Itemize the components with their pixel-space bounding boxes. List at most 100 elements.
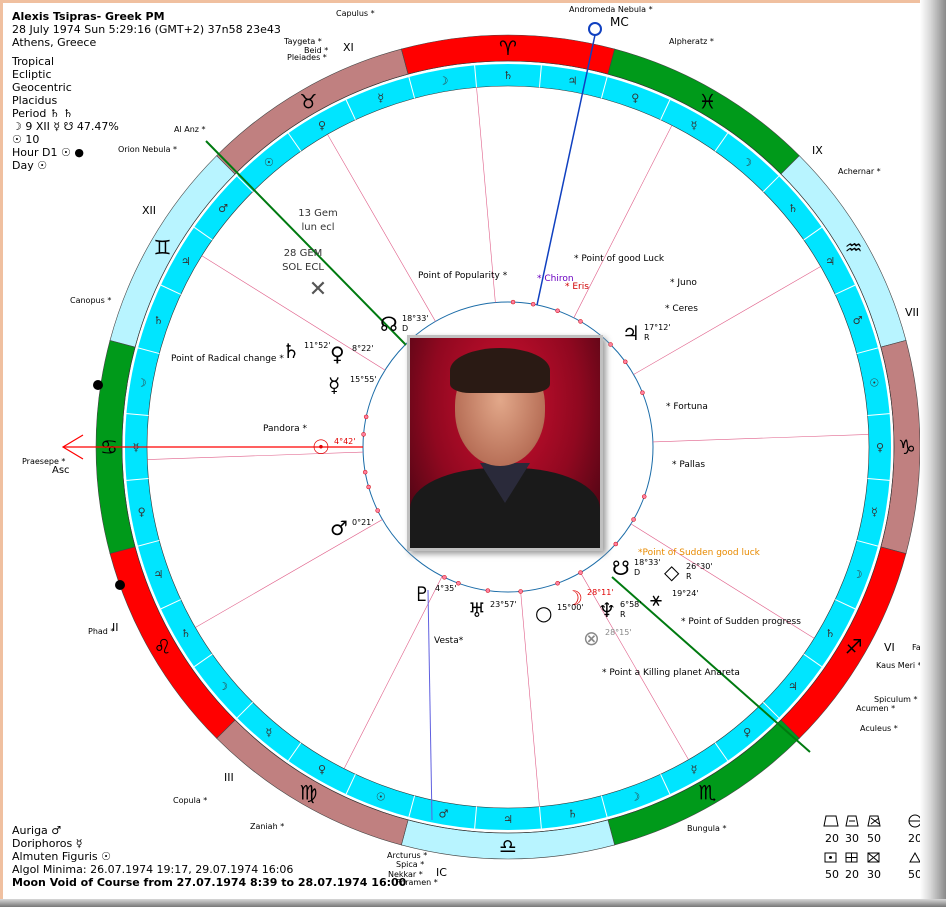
- portrait-photo: [407, 335, 603, 551]
- planet-degree: 11°52': [304, 341, 331, 350]
- doriphoros-line: Doriphoros ☿: [12, 837, 83, 850]
- sign-glyph: ♈: [499, 36, 517, 60]
- star-aculeus: Aculeus *: [860, 724, 898, 733]
- planet-marker-dot: [640, 390, 645, 395]
- sign-segment: [780, 155, 907, 348]
- planet-degree: 0°21': [352, 518, 373, 527]
- decan-glyph: ♃: [153, 568, 163, 581]
- planet-degree: 15°00': [557, 603, 584, 612]
- point-eris: * Eris: [565, 282, 589, 292]
- planet-marker-dot: [613, 541, 619, 547]
- planet-marker-dot: [578, 319, 583, 324]
- planet-marker-dot: [362, 469, 368, 475]
- almuten-line: Almuten Figuris ☉: [12, 850, 112, 863]
- star-andromeda-nebula: Andromeda Nebula *: [569, 5, 653, 14]
- star-achernar: Achernar *: [838, 167, 881, 176]
- planet-marker-dot: [578, 570, 583, 575]
- planet-marker-dot: [518, 589, 523, 594]
- planet-degree: 23°57': [490, 600, 517, 609]
- sol-ecl-label-2: SOL ECL: [282, 262, 324, 273]
- sign-glyph: ♑: [898, 435, 916, 459]
- mc-circle: [588, 22, 602, 36]
- planet-marker-dot: [375, 508, 380, 513]
- sol-ecl-cross: ✕: [309, 277, 327, 302]
- house-label-ix: IX: [812, 144, 823, 157]
- planet-suffix: R: [644, 333, 650, 342]
- period-line: Period ♄ ♄: [12, 107, 74, 120]
- planet-degree: 28°15': [605, 628, 632, 637]
- star-canopus: Canopus *: [70, 296, 111, 305]
- planet-marker-dot: [510, 299, 516, 305]
- point-ceres: * Ceres: [665, 304, 698, 314]
- planet-suffix: D: [634, 568, 640, 577]
- point-pallas: * Pallas: [672, 460, 705, 470]
- house-system: Placidus: [12, 94, 58, 107]
- point-sudden-good-luck: *Point of Sudden good luck: [638, 548, 761, 558]
- decan-glyph: ♄: [825, 627, 835, 640]
- planet-marker-dot: [623, 359, 628, 365]
- decan-glyph: ♄: [503, 69, 513, 82]
- decan-glyph: ♃: [503, 813, 513, 826]
- sign-glyph: ♉: [300, 89, 318, 113]
- decan-glyph: ♄: [568, 807, 578, 820]
- planet-marker-dot: [456, 581, 461, 586]
- decan-glyph: ☿: [871, 506, 878, 519]
- table-r2c2: 20: [845, 868, 859, 881]
- decan-glyph: ♀: [743, 726, 751, 739]
- house-label-iii: III: [224, 771, 234, 784]
- decan-glyph: ☿: [691, 763, 698, 776]
- decan-glyph: ♃: [568, 75, 578, 88]
- table-r1c1: 20: [825, 832, 839, 845]
- decan-glyph: ☽: [137, 376, 147, 389]
- planet-glyph: ⊗: [583, 626, 600, 650]
- planet-marker-dot: [366, 484, 371, 490]
- planet-glyph: ♄: [282, 339, 300, 363]
- sign-glyph: ♍: [300, 781, 318, 805]
- decan-glyph: ♀: [138, 506, 146, 519]
- moon-line: ☽ 9 XII ☿ ☋ 47.47%: [12, 120, 119, 133]
- planet-glyph: ☋: [612, 556, 630, 580]
- sign-glyph: ♓: [699, 89, 717, 113]
- point-sudden-progress: * Point of Sudden progress: [681, 617, 801, 627]
- decan-glyph: ☽: [218, 680, 228, 693]
- table-r2c3: 30: [867, 868, 881, 881]
- planet-glyph: ☊: [380, 312, 398, 336]
- ic-axis: [427, 589, 433, 821]
- decan-glyph: ♃: [788, 680, 798, 693]
- node-axis-lower: [611, 576, 811, 753]
- sign-glyph: ♊: [153, 236, 171, 260]
- star-acumen: Acumen *: [856, 704, 895, 713]
- decan-glyph: ☉: [869, 376, 879, 389]
- auriga-line: Auriga ♂: [12, 824, 62, 837]
- point-vesta: Vesta*: [434, 636, 464, 646]
- window-right-border: [920, 0, 946, 907]
- star-taygeta: Taygeta *: [283, 37, 322, 46]
- person-name: Alexis Tsipras- Greek PM: [12, 10, 165, 23]
- decan-glyph: ♀: [631, 91, 639, 104]
- planet-glyph: ☉: [312, 435, 330, 459]
- decan-glyph: ☿: [266, 726, 273, 739]
- house-cusp-line: [147, 451, 364, 460]
- point-popularity: Point of Popularity *: [418, 271, 508, 281]
- portrait-hair: [450, 348, 550, 393]
- decan-glyph: ♃: [181, 255, 191, 268]
- chart-legend: Auriga ♂ Doriphoros ☿ Almuten Figuris ☉ …: [12, 824, 406, 889]
- planet-glyph: ♀: [330, 342, 345, 366]
- planet-degree: 4°35': [435, 584, 456, 593]
- sol-ecl-label-1: 28 GEM: [284, 248, 323, 259]
- planet-marker-dot: [363, 414, 369, 420]
- planet-glyph: ○: [535, 601, 552, 625]
- point-good-luck: * Point of good Luck: [574, 254, 665, 264]
- planet-suffix: D: [402, 324, 408, 333]
- birth-place: Athens, Greece: [12, 36, 97, 49]
- star-bungula: Bungula *: [687, 824, 726, 833]
- sign-glyph: ♌: [153, 635, 171, 659]
- house-label-xi: XI: [343, 41, 354, 54]
- planet-marker-dot: [485, 588, 491, 593]
- decan-glyph: ♀: [876, 441, 884, 454]
- point-killing-planet: * Point a Killing planet Anareta: [602, 668, 740, 678]
- planet-marker-dot: [361, 432, 366, 437]
- planet-marker-dot: [608, 342, 613, 347]
- sign-segment: [109, 155, 236, 348]
- star-capulus: Capulus *: [336, 9, 375, 18]
